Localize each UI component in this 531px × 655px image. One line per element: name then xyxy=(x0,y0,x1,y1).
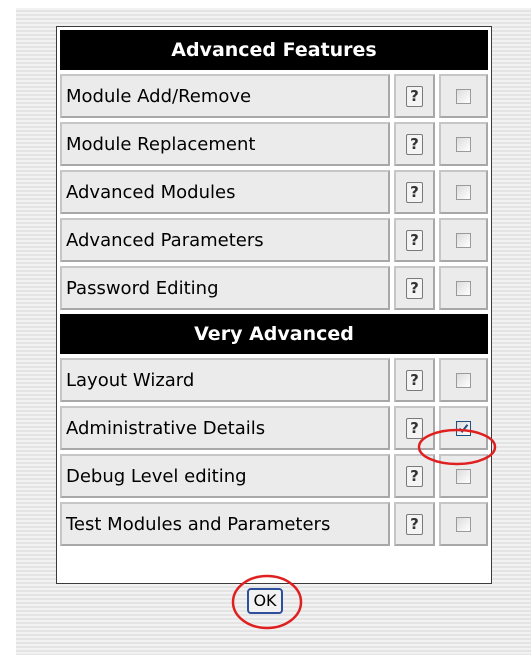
row-label-text: Layout Wizard xyxy=(66,369,195,391)
test-modules-and-parameters-checkbox[interactable] xyxy=(456,516,471,532)
help-button[interactable]: ? xyxy=(406,85,423,107)
help-cell: ? xyxy=(394,406,435,450)
help-button[interactable]: ? xyxy=(406,513,423,535)
ok-button[interactable]: OK xyxy=(247,588,283,614)
help-cell: ? xyxy=(394,454,435,498)
row-label-module-replacement: Module Replacement xyxy=(60,122,390,166)
row-label-text: Advanced Parameters xyxy=(66,229,264,251)
checkbox-cell xyxy=(439,406,488,450)
checkbox-cell xyxy=(439,170,488,214)
row-label-test-modules-and-parameters: Test Modules and Parameters xyxy=(60,502,390,546)
help-cell: ? xyxy=(394,170,435,214)
layout-wizard-checkbox[interactable] xyxy=(456,372,471,388)
help-cell: ? xyxy=(394,218,435,262)
checkbox-cell xyxy=(439,218,488,262)
row-label-text: Module Add/Remove xyxy=(66,85,252,107)
help-cell: ? xyxy=(394,502,435,546)
debug-level-editing-checkbox[interactable] xyxy=(456,468,471,484)
help-cell: ? xyxy=(394,266,435,310)
row-label-administrative-details: Administrative Details xyxy=(60,406,390,450)
help-button[interactable]: ? xyxy=(406,229,423,251)
help-button[interactable]: ? xyxy=(406,181,423,203)
advanced-modules-checkbox[interactable] xyxy=(456,184,471,200)
help-button[interactable]: ? xyxy=(406,133,423,155)
module-add-remove-checkbox[interactable] xyxy=(456,88,471,104)
checkbox-cell xyxy=(439,122,488,166)
row-label-text: Module Replacement xyxy=(66,133,256,155)
checkbox-cell xyxy=(439,454,488,498)
section-header-very-advanced: Very Advanced xyxy=(60,314,488,354)
help-cell: ? xyxy=(394,122,435,166)
section-header-advanced-features: Advanced Features xyxy=(60,30,488,70)
help-cell: ? xyxy=(394,358,435,402)
help-cell: ? xyxy=(394,74,435,118)
checkbox-cell xyxy=(439,266,488,310)
row-label-debug-level-editing: Debug Level editing xyxy=(60,454,390,498)
row-label-text: Administrative Details xyxy=(66,417,266,439)
administrative-details-checkbox[interactable] xyxy=(456,420,471,436)
advanced-parameters-checkbox[interactable] xyxy=(456,232,471,248)
help-button[interactable]: ? xyxy=(406,277,423,299)
row-label-layout-wizard: Layout Wizard xyxy=(60,358,390,402)
password-editing-checkbox[interactable] xyxy=(456,280,471,296)
module-replacement-checkbox[interactable] xyxy=(456,136,471,152)
row-label-text: Password Editing xyxy=(66,277,219,299)
settings-panel: Advanced Features Module Add/Remove ? Mo… xyxy=(56,26,492,584)
canvas: Advanced Features Module Add/Remove ? Mo… xyxy=(0,0,531,655)
row-label-password-editing: Password Editing xyxy=(60,266,390,310)
checkbox-cell xyxy=(439,74,488,118)
help-button[interactable]: ? xyxy=(406,417,423,439)
row-label-text: Debug Level editing xyxy=(66,465,247,487)
help-button[interactable]: ? xyxy=(406,465,423,487)
row-label-text: Advanced Modules xyxy=(66,181,236,203)
checkbox-cell xyxy=(439,502,488,546)
checkmark-icon xyxy=(458,423,469,433)
row-label-advanced-parameters: Advanced Parameters xyxy=(60,218,390,262)
help-button[interactable]: ? xyxy=(406,369,423,391)
row-label-advanced-modules: Advanced Modules xyxy=(60,170,390,214)
row-label-text: Test Modules and Parameters xyxy=(66,513,331,535)
row-label-module-add-remove: Module Add/Remove xyxy=(60,74,390,118)
checkbox-cell xyxy=(439,358,488,402)
